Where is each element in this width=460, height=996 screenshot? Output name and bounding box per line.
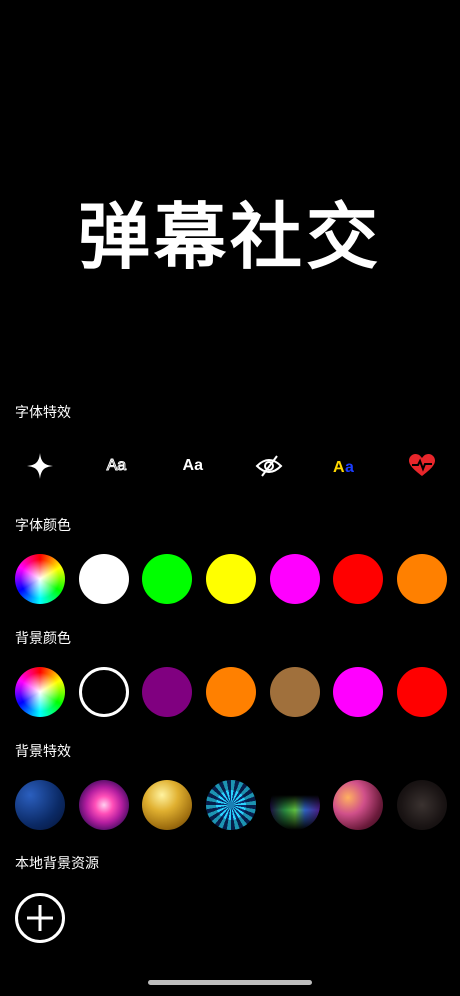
bold-text-icon: Aa	[182, 457, 203, 474]
outline-text-icon: Aa	[106, 457, 127, 475]
local-bg-label: 本地背景资源	[15, 856, 99, 872]
bg-color-red[interactable]	[396, 667, 447, 717]
bg-effect-kaleidoscope[interactable]	[205, 780, 256, 830]
font-effects-label: 字体特效	[15, 405, 71, 421]
heartbeat-icon	[408, 454, 435, 476]
preview-area: 弹幕社交	[0, 150, 460, 310]
bg-color-magenta[interactable]	[333, 667, 384, 717]
effect-heartbeat[interactable]	[397, 441, 447, 491]
font-color-yellow[interactable]	[205, 554, 256, 604]
bg-color-purple[interactable]	[142, 667, 193, 717]
bg-effect-neon-star[interactable]	[78, 780, 129, 830]
effect-sparkle[interactable]	[15, 441, 65, 491]
bg-color-rainbow[interactable]	[15, 667, 65, 717]
font-color-red[interactable]	[333, 554, 384, 604]
font-color-orange[interactable]	[396, 554, 447, 604]
font-color-white[interactable]	[78, 554, 129, 604]
font-effects-row: Aa Aa A a	[15, 441, 447, 491]
effect-rainbow-text[interactable]: A a	[321, 441, 371, 491]
bg-effects-label: 背景特效	[15, 744, 71, 760]
font-color-green[interactable]	[142, 554, 193, 604]
font-color-magenta[interactable]	[269, 554, 320, 604]
home-indicator	[148, 980, 312, 985]
bg-effect-aurora[interactable]	[269, 780, 320, 830]
bg-effect-dark-sparkle[interactable]	[396, 780, 447, 830]
bg-color-orange[interactable]	[205, 667, 256, 717]
effect-outline-text[interactable]: Aa	[91, 441, 141, 491]
sparkle-icon	[27, 453, 53, 479]
bg-color-brown[interactable]	[269, 667, 320, 717]
svg-text:a: a	[345, 459, 354, 476]
eye-slash-icon	[255, 455, 283, 477]
effect-bold-text[interactable]: Aa	[168, 441, 218, 491]
font-color-label: 字体颜色	[15, 518, 71, 534]
effect-hidden[interactable]	[244, 441, 294, 491]
font-color-rainbow[interactable]	[15, 554, 65, 604]
bg-color-black[interactable]	[78, 667, 129, 717]
font-color-row	[15, 554, 447, 604]
bg-color-row	[15, 667, 447, 717]
preview-text: 弹幕社交	[77, 194, 382, 279]
bg-effects-row	[15, 780, 447, 830]
plus-icon	[27, 905, 53, 931]
bg-effect-starfield[interactable]	[15, 780, 65, 830]
svg-text:A: A	[333, 459, 345, 476]
bg-color-label: 背景颜色	[15, 631, 71, 647]
add-local-bg-button[interactable]	[15, 893, 65, 943]
rainbow-text-icon: A a	[333, 459, 354, 476]
bg-effect-gold-bokeh[interactable]	[142, 780, 193, 830]
bg-effect-pink-bokeh[interactable]	[333, 780, 384, 830]
